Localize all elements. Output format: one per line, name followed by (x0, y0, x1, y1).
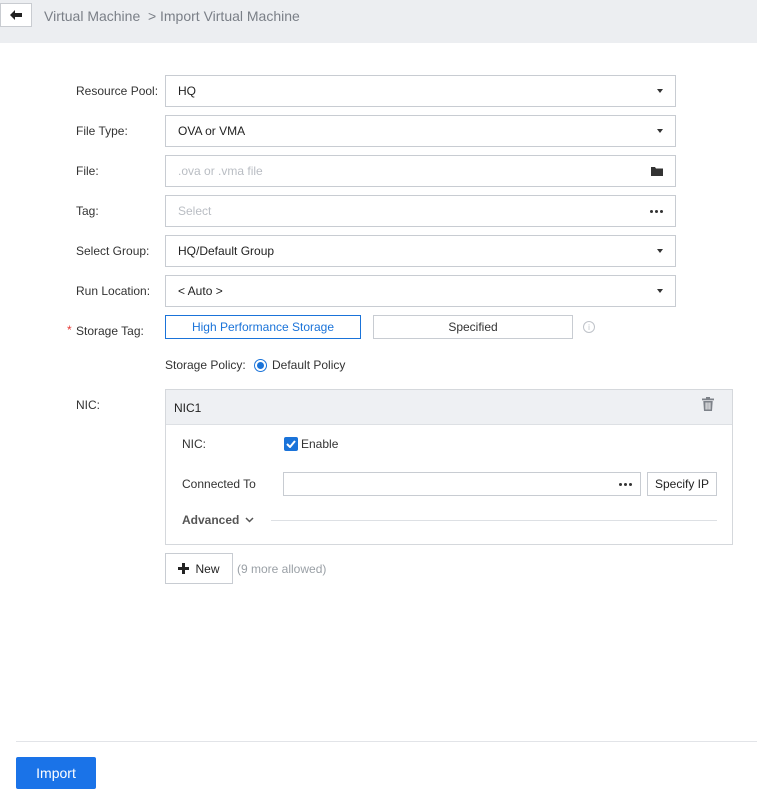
breadcrumb-parent[interactable]: Virtual Machine (44, 8, 140, 24)
enable-label[interactable]: Enable (301, 437, 338, 451)
connected-to-label: Connected To (182, 477, 256, 491)
chevron-down-icon (657, 249, 663, 253)
file-placeholder: .ova or .vma file (178, 164, 263, 178)
resource-pool-label: Resource Pool: (76, 84, 159, 98)
breadcrumb-current: Import Virtual Machine (160, 8, 300, 24)
nic-panel: NIC1 NIC: Enable Connected To Specify IP… (165, 389, 733, 545)
folder-icon[interactable] (651, 166, 663, 176)
select-group-value: HQ/Default Group (178, 244, 275, 258)
file-type-select[interactable]: OVA or VMA (165, 115, 676, 147)
advanced-label: Advanced (182, 513, 240, 527)
advanced-divider (271, 520, 717, 521)
chevron-down-icon (657, 289, 663, 293)
footer-divider (16, 741, 757, 742)
default-policy-label[interactable]: Default Policy (272, 358, 345, 372)
plus-icon (178, 563, 190, 574)
file-input[interactable]: .ova or .vma file (165, 155, 676, 187)
run-location-label: Run Location: (76, 284, 151, 298)
more-allowed-text: (9 more allowed) (237, 562, 327, 576)
run-location-value: < Auto > (178, 284, 223, 298)
nic-panel-title: NIC1 (174, 401, 202, 415)
nic-section-label: NIC: (76, 398, 100, 412)
select-group-select[interactable]: HQ/Default Group (165, 235, 676, 267)
tag-placeholder: Select (178, 204, 212, 218)
check-icon (286, 440, 296, 448)
chevron-down-icon (657, 89, 663, 93)
nic-panel-header: NIC1 (166, 390, 732, 425)
add-nic-button[interactable]: New (165, 553, 233, 584)
nic-enable-checkbox[interactable] (284, 437, 298, 451)
import-button[interactable]: Import (16, 757, 96, 789)
specify-ip-button[interactable]: Specify IP (647, 472, 717, 496)
arrow-left-icon (10, 10, 22, 20)
breadcrumb-separator: > (148, 8, 157, 24)
required-mark: * (67, 323, 72, 337)
tag-input[interactable]: Select (165, 195, 676, 227)
chevron-down-icon (245, 517, 254, 523)
run-location-select[interactable]: < Auto > (165, 275, 676, 307)
top-bar: Virtual Machine > Import Virtual Machine (0, 0, 757, 43)
add-nic-label: New (195, 561, 220, 576)
more-icon[interactable] (650, 209, 663, 213)
more-icon[interactable] (619, 482, 632, 486)
storage-option-specified[interactable]: Specified (373, 315, 573, 339)
file-type-value: OVA or VMA (178, 124, 246, 138)
trash-icon[interactable] (702, 397, 714, 411)
back-button[interactable] (0, 3, 32, 27)
storage-tag-label: Storage Tag: (76, 324, 144, 338)
file-type-label: File Type: (76, 124, 128, 138)
default-policy-radio[interactable] (254, 359, 267, 372)
storage-option-high-performance[interactable]: High Performance Storage (165, 315, 361, 339)
resource-pool-select[interactable]: HQ (165, 75, 676, 107)
connected-to-input[interactable] (283, 472, 641, 496)
file-label: File: (76, 164, 99, 178)
select-group-label: Select Group: (76, 244, 150, 258)
info-icon[interactable]: i (583, 321, 595, 333)
tag-label: Tag: (76, 204, 99, 218)
advanced-toggle[interactable]: Advanced (182, 513, 254, 527)
chevron-down-icon (657, 129, 663, 133)
nic-enable-label: NIC: (182, 437, 206, 451)
storage-policy-label: Storage Policy: (165, 358, 246, 372)
resource-pool-value: HQ (178, 84, 196, 98)
